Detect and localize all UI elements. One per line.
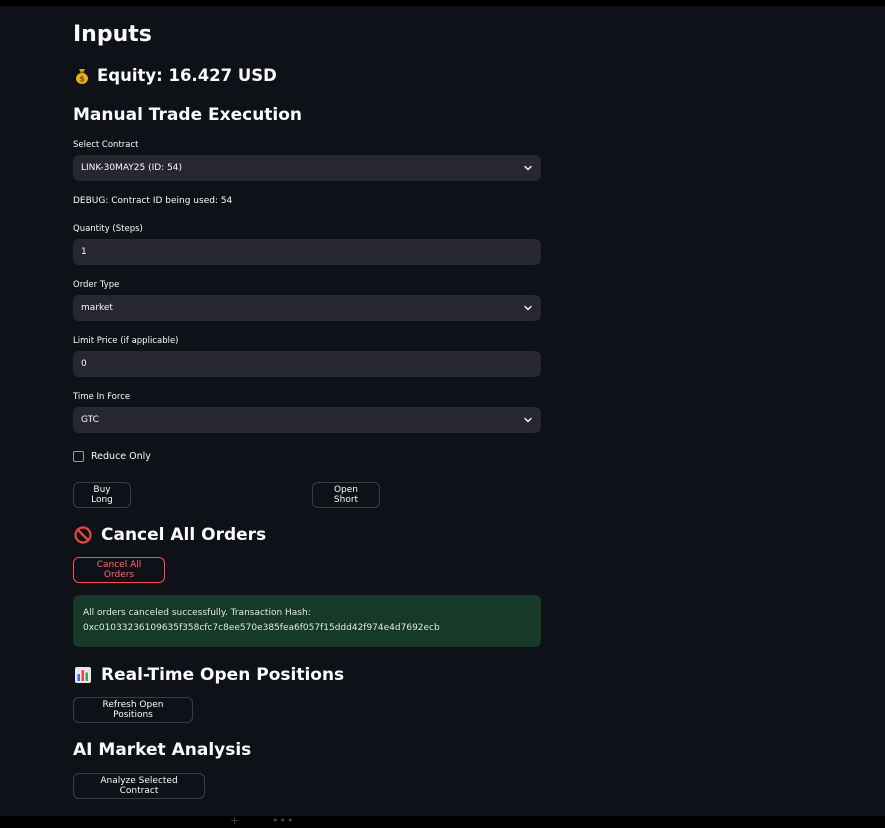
manual-trade-heading: Manual Trade Execution bbox=[73, 102, 302, 128]
plus-icon: + bbox=[230, 814, 240, 827]
analyze-selected-contract-button[interactable]: Analyze Selected Contract bbox=[73, 773, 205, 799]
chevron-down-icon bbox=[523, 303, 533, 313]
more-icon: ••• bbox=[272, 814, 295, 827]
svg-text:$: $ bbox=[79, 75, 85, 84]
reduce-only-label: Reduce Only bbox=[91, 451, 151, 462]
success-line-1: All orders canceled successfully. Transa… bbox=[83, 608, 311, 618]
positions-heading-text: Real-Time Open Positions bbox=[101, 665, 345, 685]
chevron-down-icon bbox=[523, 163, 533, 173]
chevron-down-icon bbox=[523, 415, 533, 425]
limit-price-label: Limit Price (if applicable) bbox=[73, 336, 179, 346]
success-alert: All orders canceled successfully. Transa… bbox=[73, 595, 541, 647]
positions-heading: Real-Time Open Positions bbox=[73, 662, 344, 688]
order-type-select-value: market bbox=[81, 303, 113, 313]
buy-long-button[interactable]: Buy Long bbox=[73, 482, 131, 508]
tif-select-value: GTC bbox=[81, 415, 99, 425]
bar-chart-icon bbox=[73, 665, 93, 685]
ai-heading: AI Market Analysis bbox=[73, 737, 251, 763]
equity-text: Equity: 16.427 USD bbox=[97, 66, 277, 85]
tif-select[interactable]: GTC bbox=[73, 407, 541, 433]
limit-price-input-value: 0 bbox=[81, 359, 87, 369]
debug-text: DEBUG: Contract ID being used: 54 bbox=[73, 196, 233, 206]
open-short-button[interactable]: Open Short bbox=[312, 482, 380, 508]
money-bag-icon: $ bbox=[73, 67, 91, 85]
order-type-select[interactable]: market bbox=[73, 295, 541, 321]
cancel-all-orders-button[interactable]: Cancel All Orders bbox=[73, 557, 165, 583]
success-line-2: 0xc01033236109635f358cfc7c8ee570e385fea6… bbox=[83, 623, 440, 633]
no-entry-icon bbox=[73, 525, 93, 545]
manual-trade-heading-text: Manual Trade Execution bbox=[73, 105, 303, 125]
contract-label: Select Contract bbox=[73, 140, 139, 150]
quantity-input-value: 1 bbox=[81, 247, 87, 257]
ai-heading-text: AI Market Analysis bbox=[73, 740, 252, 760]
cancel-heading: Cancel All Orders bbox=[73, 522, 266, 548]
quantity-input[interactable]: 1 bbox=[73, 239, 541, 265]
quantity-label: Quantity (Steps) bbox=[73, 224, 143, 234]
bottom-bar bbox=[0, 816, 885, 828]
tif-label: Time In Force bbox=[73, 392, 131, 402]
contract-select[interactable]: LINK-30MAY25 (ID: 54) bbox=[73, 155, 541, 181]
top-bar bbox=[0, 0, 885, 6]
reduce-only-row: Reduce Only bbox=[73, 451, 151, 462]
order-type-label: Order Type bbox=[73, 280, 120, 290]
refresh-open-positions-button[interactable]: Refresh Open Positions bbox=[73, 697, 193, 723]
equity-display: $ Equity: 16.427 USD bbox=[73, 63, 277, 89]
page-title: Inputs bbox=[73, 22, 152, 47]
limit-price-input[interactable]: 0 bbox=[73, 351, 541, 377]
reduce-only-checkbox[interactable] bbox=[73, 451, 84, 462]
contract-select-value: LINK-30MAY25 (ID: 54) bbox=[81, 163, 183, 173]
cancel-heading-text: Cancel All Orders bbox=[101, 525, 267, 545]
